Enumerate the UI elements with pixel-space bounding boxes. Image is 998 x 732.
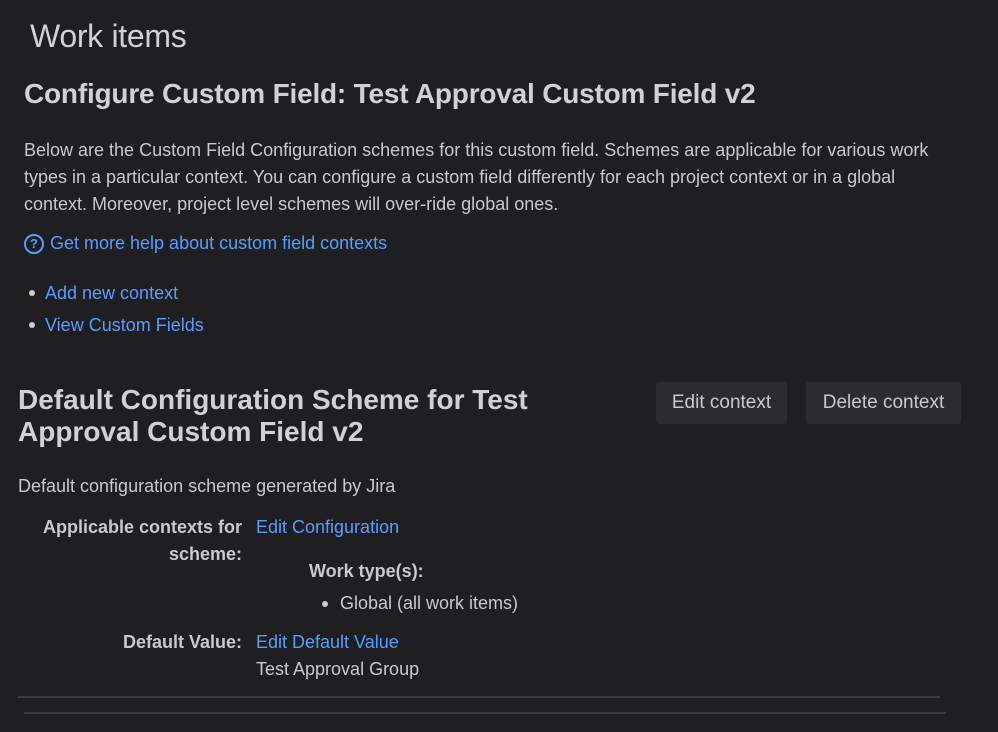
work-types-label: Work type(s): [309,561,424,581]
view-custom-fields-link[interactable]: View Custom Fields [45,315,204,336]
section-title: Work items [30,18,187,54]
question-circle-icon[interactable]: ? [24,233,44,254]
scheme-title: Default Configuration Scheme for Test Ap… [18,384,528,447]
list-item: View Custom Fields [24,309,204,341]
work-type-value: Global (all work items) [340,593,519,613]
edit-configuration-link[interactable]: Edit Configuration [256,514,399,541]
edit-default-value-link[interactable]: Edit Default Value [256,629,399,656]
applicable-contexts-label: Applicable contexts for scheme: [42,517,242,564]
bullet-icon [322,600,328,607]
actions-list: Add new context View Custom Fields [24,277,204,341]
default-value-label: Default Value: [122,632,242,652]
divider [24,712,946,714]
list-item: Add new context [24,277,204,309]
add-new-context-link[interactable]: Add new context [45,283,178,304]
default-value: Test Approval Group [256,659,420,679]
page-title: Configure Custom Field: Test Approval Cu… [24,78,756,109]
help-link[interactable]: Get more help about custom field context… [50,233,387,254]
bullet-icon [29,290,35,296]
help-row: ? Get more help about custom field conte… [24,233,387,254]
bullet-icon [29,322,35,328]
work-types-list: Global (all work items) [320,590,518,617]
edit-context-button[interactable]: Edit context [656,382,787,424]
intro-text: Below are the Custom Field Configuration… [24,140,929,214]
list-item: Global (all work items) [320,590,518,617]
page: Work items Configure Custom Field: Test … [0,0,998,732]
divider [18,696,940,698]
delete-context-button[interactable]: Delete context [806,382,961,424]
scheme-description: Default configuration scheme generated b… [18,476,396,496]
